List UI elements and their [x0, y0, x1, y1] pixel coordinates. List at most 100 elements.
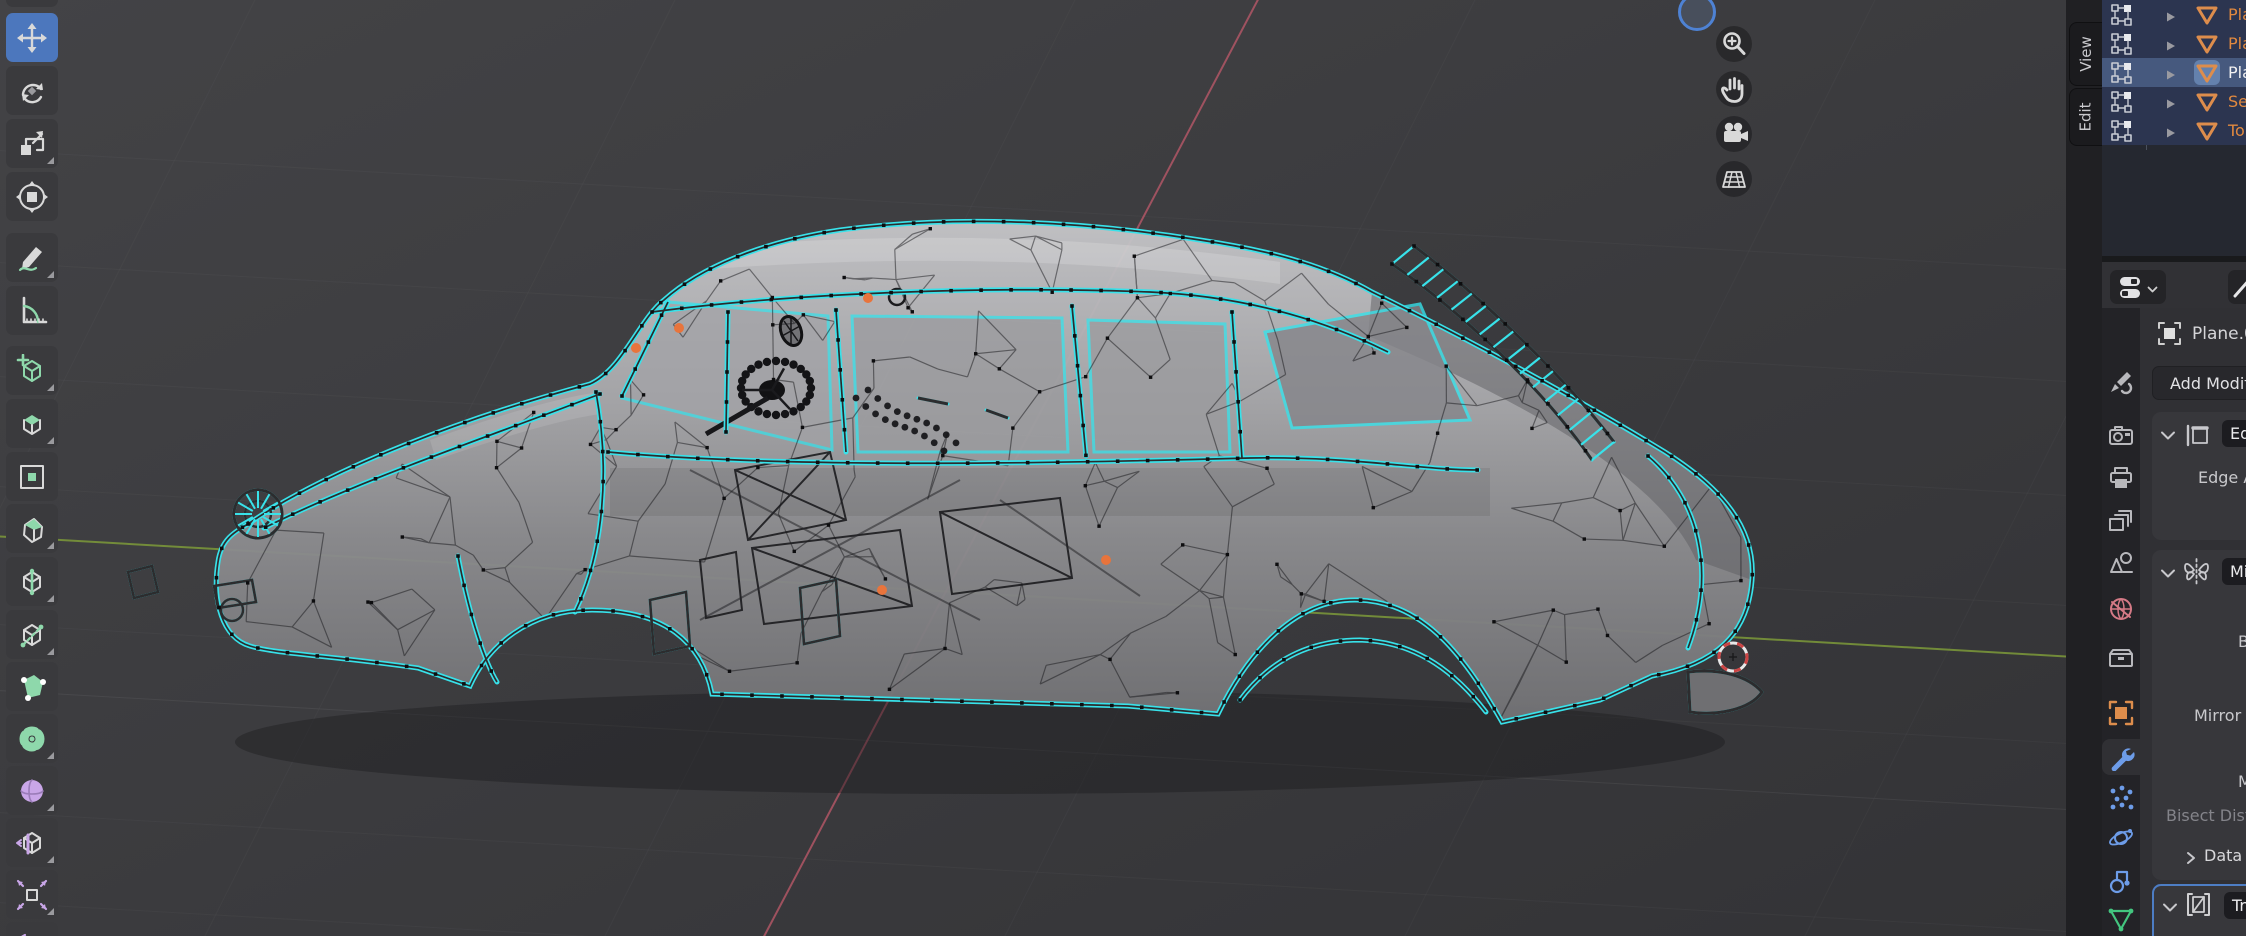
tool-add-cube-button[interactable] — [6, 346, 58, 395]
properties-editor-icon — [2118, 274, 2144, 301]
outliner-panel: Pla Pla Pla Se To — [2102, 0, 2246, 256]
properties-tab-output[interactable] — [2102, 460, 2140, 496]
sidebar-tab-view[interactable]: View — [2069, 22, 2102, 86]
property-label: Bisect — [2238, 632, 2246, 651]
edge-split-modifier-icon — [2183, 422, 2210, 449]
pan-gizmo-button[interactable] — [1716, 71, 1752, 107]
editmode-icon[interactable] — [2110, 90, 2134, 114]
mesh-data-icon-highlighted[interactable] — [2194, 60, 2220, 85]
mirror-modifier-icon — [2181, 556, 2212, 587]
properties-panel: Plane.0 Add Modifier EdgeSplit Edge Angl… — [2102, 262, 2246, 936]
collapse-chevron-icon[interactable] — [2160, 428, 2176, 442]
object-name[interactable]: Pla — [2228, 63, 2246, 82]
modifier-panel-mirror[interactable]: Mirror Bisect Mirror Object Merge Bisect… — [2152, 550, 2246, 880]
tool-options-badge — [47, 856, 54, 863]
tool-loop-cut-button[interactable] — [6, 557, 58, 606]
properties-tab-strip — [2102, 308, 2140, 936]
tool-rotate-button[interactable] — [6, 66, 58, 115]
tool-cursor-button[interactable] — [6, 0, 58, 7]
expand-arrow-icon[interactable] — [2164, 37, 2177, 51]
viewport-scene — [0, 0, 2066, 936]
object-name[interactable]: Pla — [2228, 34, 2246, 53]
tool-move-button[interactable] — [6, 13, 58, 62]
tool-scale-button[interactable] — [6, 119, 58, 168]
modifier-name-field[interactable]: EdgeSplit — [2222, 420, 2246, 447]
properties-tab-view-layer[interactable] — [2102, 503, 2140, 539]
tool-poly-build-button[interactable] — [6, 662, 58, 711]
mesh-data-icon[interactable] — [2194, 2, 2220, 27]
tool-edge-slide-button[interactable] — [6, 818, 58, 867]
tool-smooth-button[interactable] — [6, 766, 58, 815]
editmode-icon[interactable] — [2110, 61, 2134, 85]
tool-options-badge — [47, 271, 54, 278]
subpanel-label[interactable]: Data — [2204, 846, 2242, 865]
outliner-row[interactable]: Pla — [2102, 29, 2246, 58]
expand-arrow-icon[interactable] — [2164, 8, 2177, 22]
outliner-row[interactable]: Se — [2102, 87, 2246, 116]
tool-inset-faces-button[interactable] — [6, 452, 58, 501]
collapse-chevron-icon[interactable] — [2160, 566, 2176, 580]
collapse-chevron-icon[interactable] — [2162, 900, 2178, 914]
editmode-icon[interactable] — [2110, 3, 2134, 27]
3d-viewport[interactable] — [0, 0, 2066, 936]
tool-annotate-button[interactable] — [6, 233, 58, 282]
outliner-row[interactable]: Pla — [2102, 0, 2246, 29]
properties-tab-physics[interactable] — [2102, 820, 2140, 856]
add-modifier-label: Add Modifier — [2170, 373, 2246, 393]
properties-tab-object[interactable] — [2102, 695, 2140, 731]
subpanel-chevron-icon[interactable] — [2184, 850, 2198, 864]
properties-tab-render[interactable] — [2102, 418, 2140, 454]
tool-options-badge — [47, 384, 54, 391]
object-data-icon — [2156, 320, 2183, 347]
breadcrumb-object-name[interactable]: Plane.0 — [2192, 324, 2246, 344]
editor-type-button[interactable] — [2110, 270, 2166, 304]
sidebar-tab-edit-label: Edit — [2077, 102, 2095, 132]
properties-tab-scene[interactable] — [2102, 545, 2140, 581]
editmode-icon[interactable] — [2110, 32, 2134, 56]
editmode-icon[interactable] — [2110, 119, 2134, 143]
expand-arrow-icon[interactable] — [2164, 66, 2177, 80]
modifier-panel-edgesplit[interactable]: EdgeSplit Edge Angle — [2152, 412, 2246, 540]
outliner-row[interactable]: To — [2102, 116, 2246, 145]
mesh-data-icon[interactable] — [2194, 118, 2220, 143]
tool-knife-button[interactable] — [6, 610, 58, 659]
properties-tab-tool[interactable] — [2102, 364, 2140, 400]
object-name[interactable]: To — [2228, 121, 2245, 140]
tool-transform-button[interactable] — [6, 172, 58, 221]
toggle-ortho-grid-gizmo-button[interactable] — [1716, 161, 1752, 197]
modifier-name-field[interactable]: Mirror — [2222, 558, 2246, 585]
tool-extrude-region-button[interactable] — [6, 399, 58, 448]
modifier-panel-triangulate[interactable]: Triangulate — [2152, 884, 2246, 936]
property-label: Mirror Object — [2194, 706, 2246, 725]
properties-tab-modifiers[interactable] — [2102, 739, 2140, 775]
sidebar-tab-view-label: View — [2077, 36, 2096, 72]
properties-tab-world[interactable] — [2102, 591, 2140, 627]
tool-measure-button[interactable] — [6, 286, 58, 335]
properties-tab-particles[interactable] — [2102, 780, 2140, 816]
header-partial-button[interactable] — [2228, 270, 2246, 304]
properties-tab-collection[interactable] — [2102, 640, 2140, 676]
tool-shear-button[interactable] — [6, 922, 58, 936]
outliner-row-active[interactable]: Pla — [2102, 58, 2246, 87]
object-name[interactable]: Se — [2228, 92, 2246, 111]
mesh-data-icon[interactable] — [2194, 89, 2220, 114]
tool-bevel-button[interactable] — [6, 504, 58, 553]
expand-arrow-icon[interactable] — [2164, 124, 2177, 138]
tool-shrink-fatten-button[interactable] — [6, 870, 58, 919]
zoom-gizmo-button[interactable] — [1716, 26, 1752, 62]
tool-spin-button[interactable] — [6, 714, 58, 763]
tool-options-badge — [47, 804, 54, 811]
property-label: Edge Angle — [2198, 468, 2246, 487]
camera-view-gizmo-button[interactable] — [1716, 116, 1752, 152]
properties-tab-constraints[interactable] — [2102, 863, 2140, 899]
add-modifier-button[interactable]: Add Modifier — [2152, 366, 2246, 400]
object-name[interactable]: Pla — [2228, 5, 2246, 24]
properties-header — [2102, 262, 2246, 309]
tool-options-badge — [47, 437, 54, 444]
expand-arrow-icon[interactable] — [2164, 95, 2177, 109]
mesh-data-icon[interactable] — [2194, 31, 2220, 56]
partial-tool-icon — [2233, 276, 2246, 298]
properties-tab-object-data[interactable] — [2102, 901, 2140, 936]
sidebar-tab-edit[interactable]: Edit — [2069, 88, 2102, 146]
modifier-name-field[interactable]: Triangulate — [2224, 892, 2246, 919]
